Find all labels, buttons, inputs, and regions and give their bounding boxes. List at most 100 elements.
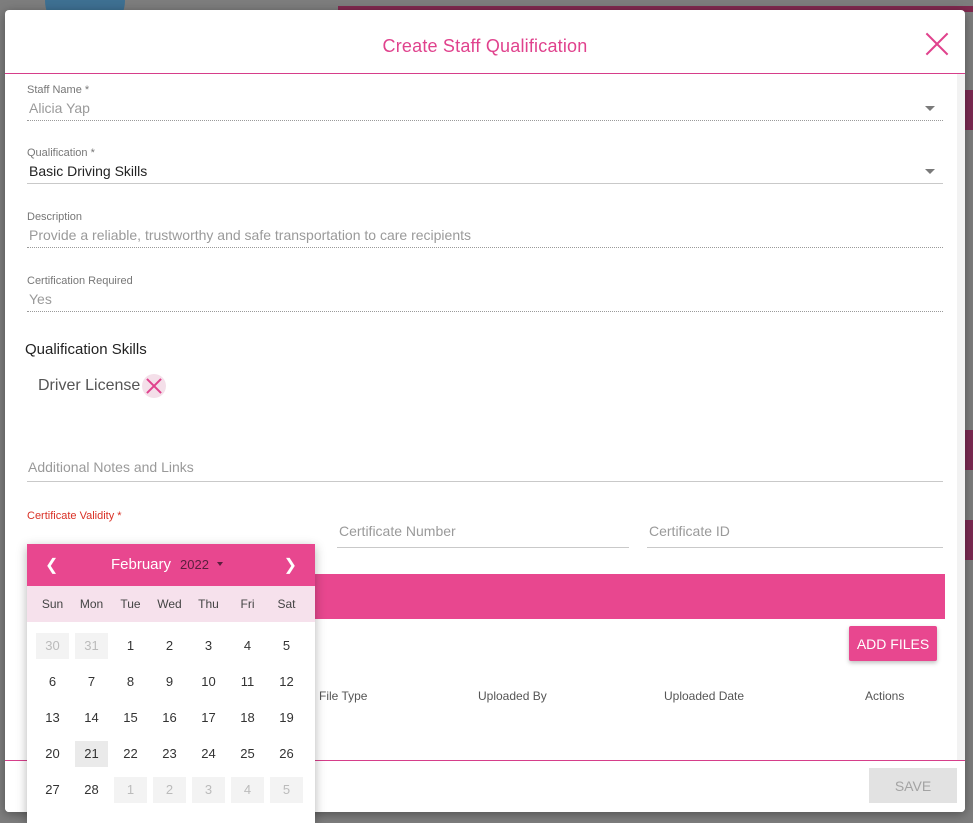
datepicker-day-number: 13: [45, 710, 60, 725]
datepicker-day-number: 5: [270, 777, 303, 803]
datepicker-week-row: 20 21 22 23 24 25 26: [33, 736, 315, 772]
datepicker-day[interactable]: 31: [72, 633, 111, 659]
certificate-number-input[interactable]: [337, 519, 629, 548]
datepicker-day-number: 11: [240, 674, 255, 689]
datepicker-year-select[interactable]: 2022: [180, 557, 209, 572]
datepicker-day[interactable]: 6: [33, 669, 72, 695]
datepicker-day[interactable]: 17: [189, 705, 228, 731]
datepicker-day-number: 1: [114, 777, 147, 803]
add-files-button[interactable]: ADD FILES: [849, 626, 937, 661]
chevron-down-icon: [925, 169, 935, 174]
chevron-right-icon[interactable]: ❯: [284, 555, 297, 575]
chevron-left-icon[interactable]: ❮: [45, 555, 58, 575]
datepicker-day[interactable]: 11: [228, 669, 267, 695]
datepicker-day-number: 28: [84, 782, 99, 797]
skill-chip-label: Driver License: [38, 377, 141, 394]
datepicker-day[interactable]: 5: [267, 633, 306, 659]
datepicker-day[interactable]: 26: [267, 741, 306, 767]
certificate-id-input[interactable]: [647, 519, 943, 548]
datepicker-day-number: 16: [162, 710, 177, 725]
weekday-label: Sat: [277, 597, 296, 611]
datepicker-day-number: 12: [279, 674, 294, 689]
datepicker-day[interactable]: 4: [228, 777, 267, 803]
datepicker-day-number: 4: [243, 638, 252, 653]
datepicker-day-number: 3: [192, 777, 225, 803]
skill-chip: Driver License: [38, 374, 167, 398]
chevron-down-icon: [217, 562, 223, 566]
datepicker-day-number: 20: [45, 746, 60, 761]
datepicker-day[interactable]: 13: [33, 705, 72, 731]
datepicker-day[interactable]: 10: [189, 669, 228, 695]
datepicker-day[interactable]: 14: [72, 705, 111, 731]
datepicker-day[interactable]: 25: [228, 741, 267, 767]
column-uploaded-by: Uploaded By: [478, 689, 547, 703]
datepicker-week-row: 13 14 15 16 17 18 19: [33, 700, 315, 736]
datepicker-day[interactable]: 8: [111, 669, 150, 695]
staff-name-value: Alicia Yap: [27, 96, 943, 121]
weekday-label: Thu: [198, 597, 219, 611]
datepicker-day-number: 30: [36, 633, 69, 659]
datepicker-weekdays: Sun Mon Tue Wed Thu Fri Sat: [27, 586, 315, 622]
dialog-title: Create Staff Qualification: [382, 36, 588, 56]
datepicker-day[interactable]: 16: [150, 705, 189, 731]
datepicker-day-number: 8: [126, 674, 135, 689]
datepicker-day[interactable]: 18: [228, 705, 267, 731]
datepicker-days-grid: 30 31 1 2 3 4 5 6 7 8 9 10 11 12 13 14 15 16 17 18 19 20 21 22 2…: [27, 622, 315, 808]
datepicker-day[interactable]: 4: [228, 633, 267, 659]
datepicker-day[interactable]: 30: [33, 633, 72, 659]
certification-required-field: Certification Required Yes: [27, 275, 943, 312]
datepicker-day[interactable]: 2: [150, 633, 189, 659]
datepicker-day-number: 23: [162, 746, 177, 761]
datepicker-day-number: 9: [165, 674, 174, 689]
qualification-select[interactable]: Qualification * Basic Driving Skills: [27, 147, 943, 184]
datepicker-day[interactable]: 3: [189, 777, 228, 803]
remove-skill-icon[interactable]: [142, 374, 167, 398]
datepicker-week-row: 30 31 1 2 3 4 5: [33, 628, 315, 664]
datepicker-day[interactable]: 12: [267, 669, 306, 695]
datepicker-day-number: 15: [123, 710, 138, 725]
close-icon[interactable]: [925, 32, 949, 56]
datepicker-day-number: 18: [240, 710, 255, 725]
column-file-type: File Type: [319, 689, 368, 703]
datepicker-day[interactable]: 5: [267, 777, 306, 803]
datepicker-day[interactable]: 21: [72, 741, 111, 767]
datepicker-day-number: 19: [279, 710, 294, 725]
datepicker-header: ❮ February 2022 ❯: [27, 544, 315, 586]
staff-name-field[interactable]: Staff Name * Alicia Yap: [27, 84, 943, 121]
datepicker-day[interactable]: 19: [267, 705, 306, 731]
qualification-label: Qualification *: [27, 147, 95, 159]
datepicker-day-number: 4: [231, 777, 264, 803]
certification-required-value: Yes: [27, 287, 943, 312]
datepicker-day[interactable]: 22: [111, 741, 150, 767]
datepicker-day-number: 7: [87, 674, 96, 689]
datepicker-day[interactable]: 7: [72, 669, 111, 695]
datepicker-day[interactable]: 15: [111, 705, 150, 731]
datepicker-day[interactable]: 20: [33, 741, 72, 767]
chevron-down-icon: [925, 106, 935, 111]
additional-notes-input[interactable]: [27, 455, 943, 482]
datepicker-day[interactable]: 9: [150, 669, 189, 695]
datepicker-day[interactable]: 23: [150, 741, 189, 767]
datepicker-day-number: 2: [165, 638, 174, 653]
qualification-value: Basic Driving Skills: [27, 159, 943, 184]
weekday-label: Fri: [240, 597, 255, 611]
datepicker-day[interactable]: 24: [189, 741, 228, 767]
qualification-skills-title: Qualification Skills: [25, 341, 147, 358]
description-label: Description: [27, 211, 83, 223]
description-field: Description Provide a reliable, trustwor…: [27, 211, 943, 248]
datepicker-day[interactable]: 28: [72, 777, 111, 803]
datepicker-week-row: 6 7 8 9 10 11 12: [33, 664, 315, 700]
dialog-scrollbar[interactable]: [957, 74, 965, 770]
datepicker-day[interactable]: 1: [111, 633, 150, 659]
datepicker-day-number: 26: [279, 746, 294, 761]
datepicker-day[interactable]: 1: [111, 777, 150, 803]
datepicker-day[interactable]: 2: [150, 777, 189, 803]
dialog-header: Create Staff Qualification: [5, 10, 965, 74]
datepicker-day[interactable]: 3: [189, 633, 228, 659]
save-button[interactable]: SAVE: [869, 768, 957, 803]
datepicker-day-number: 27: [45, 782, 60, 797]
datepicker-day-number: 5: [282, 638, 291, 653]
datepicker-day-number: 17: [201, 710, 216, 725]
datepicker-day-number: 2: [153, 777, 186, 803]
datepicker-day[interactable]: 27: [33, 777, 72, 803]
